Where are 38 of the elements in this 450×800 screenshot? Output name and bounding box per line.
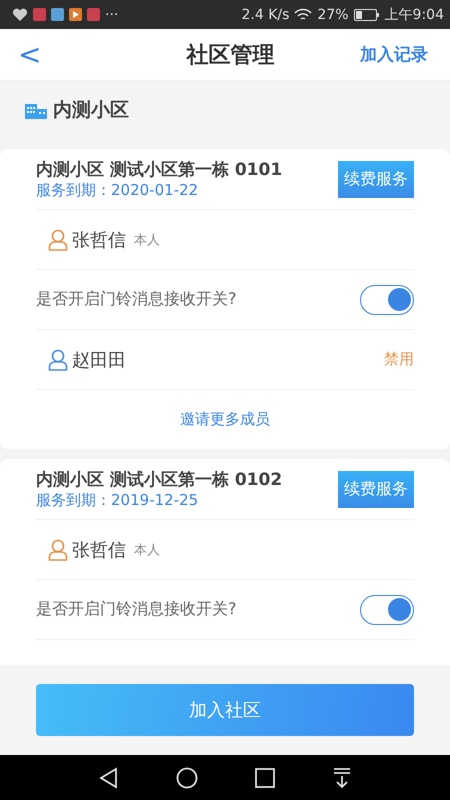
toggle-label: 是否开启门铃消息接收开关?	[36, 599, 236, 620]
app-icon	[51, 8, 64, 21]
renew-button[interactable]: 续费服务	[338, 160, 414, 198]
doorbell-switch[interactable]	[360, 594, 414, 624]
battery-icon	[354, 8, 380, 20]
member-name: 赵田田	[72, 348, 126, 372]
clock: 上午9:04	[384, 6, 444, 24]
unit-title: 内测小区 测试小区第一栋 0101	[36, 159, 282, 181]
service-expiry: 服务到期：2020-01-22	[36, 181, 200, 200]
app-icon	[33, 8, 46, 21]
self-tag: 本人	[134, 540, 160, 558]
heart-icon	[12, 8, 28, 22]
network-speed: 2.4 K/s	[242, 6, 290, 22]
play-icon	[69, 8, 82, 21]
renew-button[interactable]: 续费服务	[338, 470, 414, 508]
recents-icon[interactable]	[254, 768, 274, 788]
member-name: 张哲信	[72, 538, 126, 562]
home-icon[interactable]	[176, 766, 198, 788]
member-name: 张哲信	[72, 228, 126, 252]
back-button[interactable]: <	[18, 40, 42, 68]
unit-title: 内测小区 测试小区第一栋 0102	[36, 469, 282, 491]
more-notifications: ···	[105, 6, 118, 22]
service-expiry: 服务到期：2019-12-25	[36, 491, 200, 510]
join-record-link[interactable]: 加入记录	[360, 43, 428, 66]
invite-link[interactable]: 邀请更多成员	[180, 410, 270, 429]
self-tag: 本人	[134, 230, 160, 248]
disable-link[interactable]: 禁用	[384, 350, 414, 369]
notification-pull-icon[interactable]	[332, 766, 352, 788]
building-icon	[25, 101, 47, 119]
page-title: 社区管理	[186, 42, 275, 70]
join-community-button[interactable]: 加入社区	[36, 684, 414, 736]
back-icon[interactable]	[98, 766, 118, 788]
toggle-label: 是否开启门铃消息接收开关?	[36, 289, 236, 310]
app-icon	[87, 8, 100, 21]
community-name: 内测小区	[53, 98, 129, 123]
battery-percent: 27%	[317, 6, 349, 22]
doorbell-switch[interactable]	[360, 284, 414, 314]
wifi-icon	[294, 8, 312, 22]
